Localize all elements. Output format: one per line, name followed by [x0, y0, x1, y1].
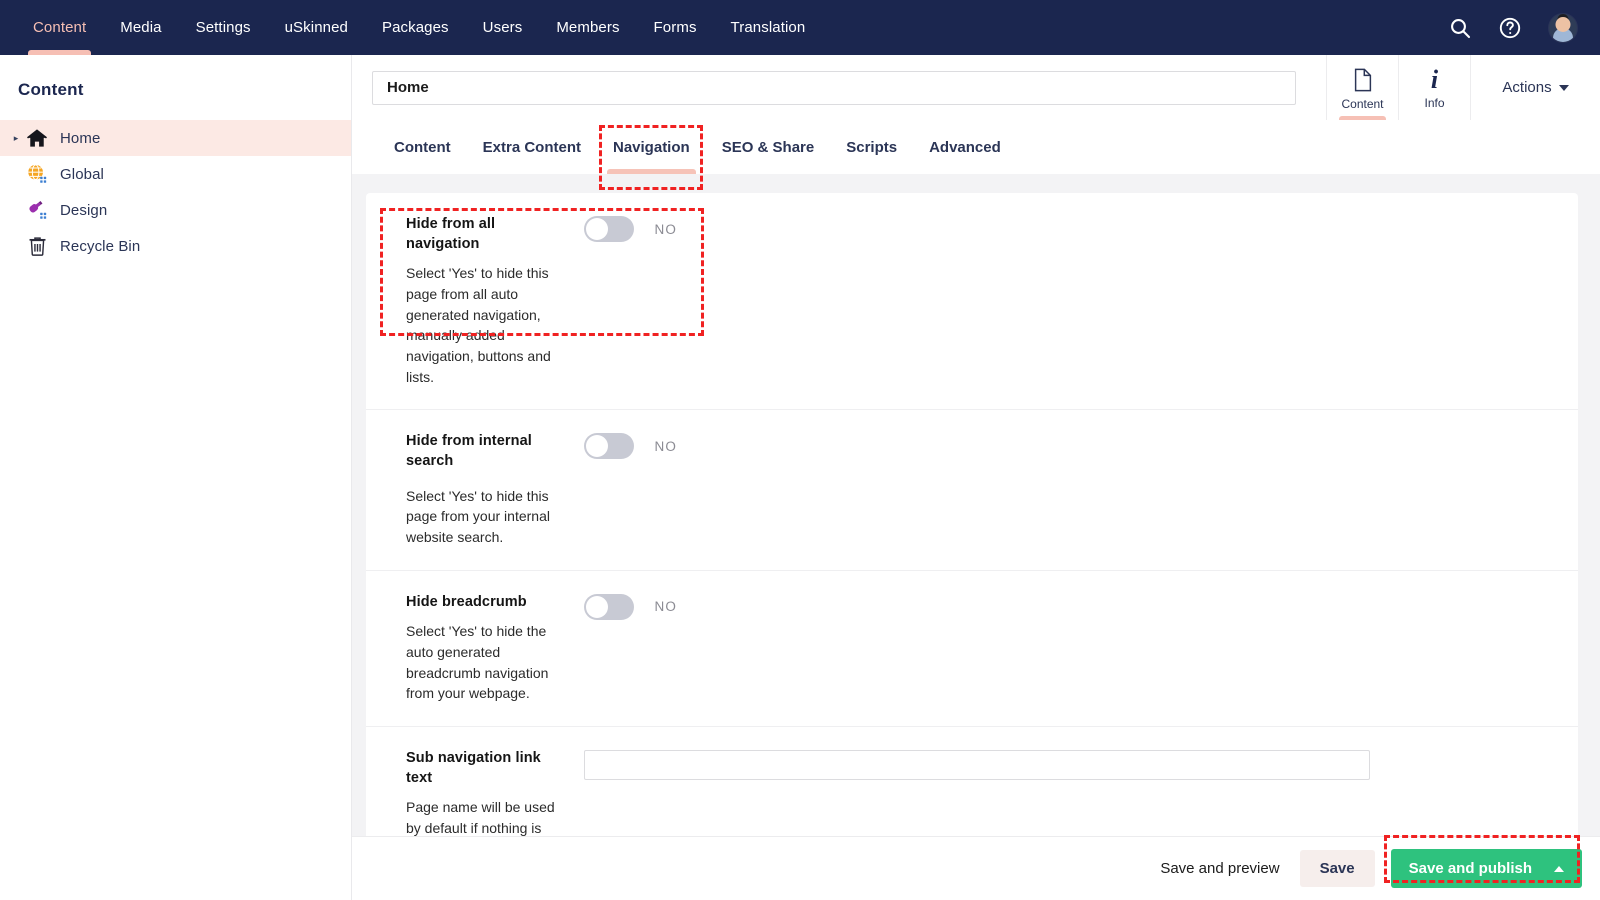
tab-advanced[interactable]: Advanced	[913, 120, 1017, 174]
tab-label: Extra Content	[483, 139, 581, 156]
toggle-knob	[586, 596, 608, 618]
sub-navigation-link-text-input[interactable]	[584, 750, 1370, 780]
field-description: Select 'Yes' to hide this page from your…	[406, 486, 566, 548]
tab-navigation[interactable]: Navigation	[597, 120, 706, 174]
help-icon[interactable]	[1498, 16, 1522, 40]
top-nav-label: Content	[33, 19, 86, 36]
sidebar-title: Content	[0, 55, 351, 120]
publish-label: Save and publish	[1409, 860, 1532, 877]
content-tree-sidebar: Content ▸ Home	[0, 55, 352, 900]
top-nav-items: Content Media Settings uSkinned Packages…	[0, 0, 822, 55]
sidebar-item-home[interactable]: ▸ Home	[0, 120, 351, 156]
field-description: Select 'Yes' to hide the auto generated …	[406, 621, 566, 704]
tab-label: Scripts	[846, 139, 897, 156]
action-footer-bar: Save and preview Save Save and publish	[352, 836, 1600, 900]
tab-info-view[interactable]: i Info	[1398, 55, 1470, 120]
field-control: NO	[584, 215, 677, 242]
actions-label: Actions	[1502, 79, 1551, 96]
tab-seo-share[interactable]: SEO & Share	[706, 120, 831, 174]
field-label: Sub navigation link text	[406, 749, 566, 788]
sidebar-item-global[interactable]: Global	[0, 156, 351, 192]
save-button[interactable]: Save	[1300, 850, 1375, 887]
field-control: NO	[584, 593, 677, 620]
field-label: Hide breadcrumb	[406, 593, 566, 613]
field-label: Hide from internal search	[406, 432, 566, 471]
top-nav-label: Settings	[196, 19, 251, 36]
sidebar-item-label: Global	[60, 166, 104, 183]
chevron-down-icon	[1559, 85, 1569, 91]
top-nav-right-tools	[1448, 0, 1600, 55]
property-tabs: Content Extra Content Navigation SEO & S…	[352, 120, 1600, 174]
field-label: Hide from all navigation	[406, 215, 566, 254]
toggle-knob	[586, 218, 608, 240]
search-icon[interactable]	[1448, 16, 1472, 40]
top-nav-item-users[interactable]: Users	[466, 0, 540, 55]
field-left: Hide from internal search Select 'Yes' t…	[406, 432, 584, 547]
sidebar-item-label: Recycle Bin	[60, 238, 140, 255]
toggle-value-label: NO	[654, 439, 677, 454]
top-nav-item-members[interactable]: Members	[539, 0, 636, 55]
actions-dropdown-button[interactable]: Actions	[1470, 55, 1600, 120]
field-description: Select 'Yes' to hide this page from all …	[406, 263, 566, 387]
trash-icon	[24, 235, 50, 257]
tool-label: Content	[1341, 97, 1383, 111]
field-control: NO	[584, 432, 677, 459]
sidebar-item-label: Design	[60, 202, 107, 219]
top-nav-item-settings[interactable]: Settings	[179, 0, 268, 55]
field-hide-breadcrumb: Hide breadcrumb Select 'Yes' to hide the…	[366, 571, 1578, 727]
expand-caret-icon[interactable]: ▸	[8, 120, 24, 156]
top-nav-label: uSkinned	[285, 19, 348, 36]
toggle-value-label: NO	[654, 599, 677, 614]
field-left: Hide breadcrumb Select 'Yes' to hide the…	[406, 593, 584, 704]
avatar[interactable]	[1548, 13, 1578, 43]
top-nav-item-media[interactable]: Media	[103, 0, 178, 55]
top-nav-label: Media	[120, 19, 161, 36]
tab-label: Content	[394, 139, 451, 156]
tab-content-view[interactable]: Content	[1326, 55, 1398, 120]
top-nav-label: Members	[556, 19, 619, 36]
info-italic-icon: i	[1431, 69, 1438, 91]
sidebar-item-recycle-bin[interactable]: Recycle Bin	[0, 228, 351, 264]
hide-from-all-navigation-toggle[interactable]	[584, 216, 634, 242]
field-hide-from-all-navigation: Hide from all navigation Select 'Yes' to…	[366, 193, 1578, 410]
top-nav-item-translation[interactable]: Translation	[714, 0, 823, 55]
save-and-publish-button[interactable]: Save and publish	[1391, 849, 1582, 888]
top-nav-item-content[interactable]: Content	[16, 0, 103, 55]
properties-card: Hide from all navigation Select 'Yes' to…	[366, 193, 1578, 873]
tool-label: Info	[1424, 96, 1444, 110]
save-and-preview-button[interactable]: Save and preview	[1146, 851, 1293, 886]
hide-from-internal-search-toggle[interactable]	[584, 433, 634, 459]
top-nav-item-packages[interactable]: Packages	[365, 0, 466, 55]
top-navigation-bar: Content Media Settings uSkinned Packages…	[0, 0, 1600, 55]
sidebar-item-design[interactable]: Design	[0, 192, 351, 228]
field-left: Hide from all navigation Select 'Yes' to…	[406, 215, 584, 387]
house-icon	[24, 127, 50, 149]
tab-label: Advanced	[929, 139, 1001, 156]
toggle-knob	[586, 435, 608, 457]
hide-breadcrumb-toggle[interactable]	[584, 594, 634, 620]
top-nav-item-uskinned[interactable]: uSkinned	[268, 0, 365, 55]
paint-brush-icon	[24, 199, 50, 221]
toggle-value-label: NO	[654, 222, 677, 237]
tab-scripts[interactable]: Scripts	[830, 120, 913, 174]
main-content-pane: Content i Info Actions Content Extra Con…	[352, 55, 1600, 900]
top-nav-label: Forms	[654, 19, 697, 36]
tab-label: SEO & Share	[722, 139, 815, 156]
globe-icon	[24, 163, 50, 185]
chevron-up-icon	[1554, 866, 1564, 872]
document-icon	[1352, 68, 1374, 92]
field-control	[584, 749, 1370, 780]
top-nav-label: Translation	[731, 19, 806, 36]
content-header-bar: Content i Info Actions	[352, 55, 1600, 120]
header-tool-buttons: Content i Info Actions	[1326, 55, 1600, 120]
tab-content[interactable]: Content	[378, 120, 467, 174]
top-nav-label: Users	[483, 19, 523, 36]
top-nav-item-forms[interactable]: Forms	[637, 0, 714, 55]
tab-extra-content[interactable]: Extra Content	[467, 120, 597, 174]
tab-label: Navigation	[613, 139, 690, 156]
sidebar-item-label: Home	[60, 130, 100, 147]
page-name-input[interactable]	[372, 71, 1296, 105]
field-hide-from-internal-search: Hide from internal search Select 'Yes' t…	[366, 410, 1578, 570]
top-nav-label: Packages	[382, 19, 449, 36]
